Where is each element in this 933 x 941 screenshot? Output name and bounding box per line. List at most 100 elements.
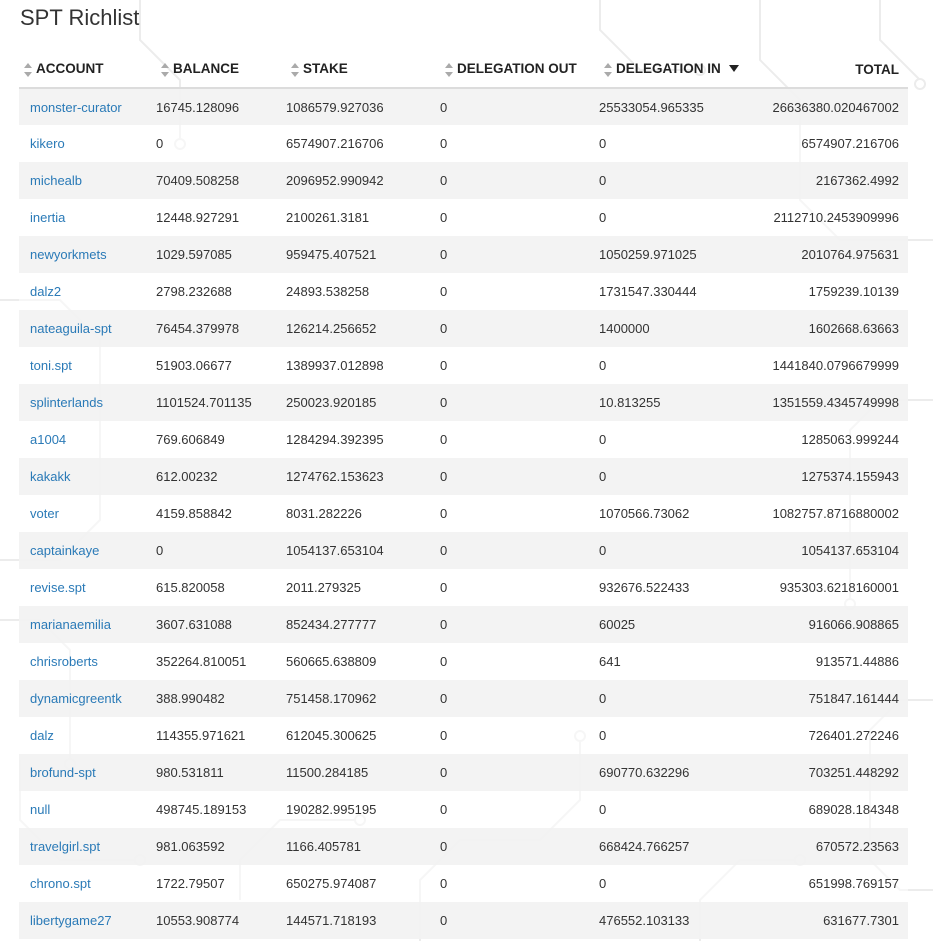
page-title: SPT Richlist bbox=[20, 5, 140, 30]
balance-cell: 1029.597085 bbox=[156, 247, 232, 262]
column-header-delegation-in[interactable]: DELEGATION IN bbox=[599, 51, 759, 89]
balance-cell: 4159.858842 bbox=[156, 506, 232, 521]
account-link[interactable]: chrono.spt bbox=[30, 876, 91, 891]
total-cell: 703251.448292 bbox=[808, 765, 899, 780]
table-row: kikero 0 6574907.216706 0 0 6574907.216706 bbox=[19, 125, 908, 162]
total-cell: 651998.769157 bbox=[808, 876, 899, 891]
table-row: captainkaye 0 1054137.653104 0 0 1054137.6531… bbox=[19, 532, 908, 569]
sort-icon bbox=[445, 62, 453, 77]
table-header-row: ACCOUNT BALANCE STAKE DELEGATION OUT DEL… bbox=[19, 51, 908, 89]
table-row: chrono.spt 1722.79507 650275.974087 0 0 65199… bbox=[19, 865, 908, 902]
balance-cell: 3607.631088 bbox=[156, 617, 232, 632]
column-header-balance[interactable]: BALANCE bbox=[156, 51, 286, 89]
total-cell: 2167362.4992 bbox=[815, 173, 899, 188]
balance-cell: 1722.79507 bbox=[156, 876, 225, 891]
account-link[interactable]: nateaguila-spt bbox=[30, 321, 112, 336]
table-row: inertia 12448.927291 2100261.3181 0 0 2112710… bbox=[19, 199, 908, 236]
account-link[interactable]: revise.spt bbox=[30, 580, 86, 595]
account-cell: inertia bbox=[19, 199, 156, 236]
total-cell: 913571.44886 bbox=[815, 654, 899, 669]
account-cell: libertygame27 bbox=[19, 902, 156, 939]
account-cell: kakakk bbox=[19, 458, 156, 495]
stake-cell: 560665.638809 bbox=[286, 654, 377, 669]
column-header-label: DELEGATION IN bbox=[616, 61, 721, 77]
delegation-out-cell: 0 bbox=[440, 543, 448, 558]
delegation-in-cell: 1731547.330444 bbox=[599, 284, 697, 299]
account-cell: chrisroberts bbox=[19, 643, 156, 680]
balance-cell: 352264.810051 bbox=[156, 654, 247, 669]
total-cell: 1759239.10139 bbox=[808, 284, 899, 299]
account-link[interactable]: splinterlands bbox=[30, 395, 103, 410]
column-header-label: STAKE bbox=[303, 61, 348, 77]
column-header-delegation-out[interactable]: DELEGATION OUT bbox=[440, 51, 599, 89]
balance-cell: 51903.06677 bbox=[156, 358, 232, 373]
account-link[interactable]: travelgirl.spt bbox=[30, 839, 100, 854]
stake-cell: 1054137.653104 bbox=[286, 543, 384, 558]
delegation-out-cell: 0 bbox=[440, 802, 448, 817]
total-cell: 2010764.975631 bbox=[801, 247, 899, 262]
account-link[interactable]: brofund-spt bbox=[30, 765, 96, 780]
delegation-out-cell: 0 bbox=[440, 580, 448, 595]
account-link[interactable]: toni.spt bbox=[30, 358, 72, 373]
delegation-in-cell: 932676.522433 bbox=[599, 580, 690, 595]
delegation-out-cell: 0 bbox=[440, 210, 448, 225]
balance-cell: 498745.189153 bbox=[156, 802, 247, 817]
account-link[interactable]: dalz2 bbox=[30, 284, 61, 299]
account-link[interactable]: voter bbox=[30, 506, 59, 521]
stake-cell: 2011.279325 bbox=[286, 580, 361, 595]
column-header-total[interactable]: TOTAL bbox=[759, 51, 908, 89]
account-link[interactable]: null bbox=[30, 802, 50, 817]
account-cell: monster-curator bbox=[19, 88, 156, 125]
total-cell: 1275374.155943 bbox=[801, 469, 899, 484]
sort-icon bbox=[24, 62, 32, 77]
balance-cell: 769.606849 bbox=[156, 432, 225, 447]
account-cell: chrono.spt bbox=[19, 865, 156, 902]
account-link[interactable]: newyorkmets bbox=[30, 247, 107, 262]
delegation-out-cell: 0 bbox=[440, 321, 448, 336]
account-link[interactable]: michealb bbox=[30, 173, 82, 188]
delegation-out-cell: 0 bbox=[440, 284, 448, 299]
account-link[interactable]: kikero bbox=[30, 136, 65, 151]
table-row: nateaguila-spt 76454.379978 126214.256652 0… bbox=[19, 310, 908, 347]
account-cell: splinterlands bbox=[19, 384, 156, 421]
table-row: newyorkmets 1029.597085 959475.407521 0 1050… bbox=[19, 236, 908, 273]
stake-cell: 2100261.3181 bbox=[286, 210, 370, 225]
total-cell: 1351559.4345749998 bbox=[772, 395, 899, 410]
stake-cell: 1086579.927036 bbox=[286, 99, 384, 115]
delegation-in-cell: 0 bbox=[599, 876, 607, 891]
balance-cell: 615.820058 bbox=[156, 580, 225, 595]
account-link[interactable]: inertia bbox=[30, 210, 65, 225]
account-link[interactable]: dynamicgreentk bbox=[30, 691, 122, 706]
stake-cell: 6574907.216706 bbox=[286, 136, 384, 151]
stake-cell: 190282.995195 bbox=[286, 802, 377, 817]
account-link[interactable]: libertygame27 bbox=[30, 913, 112, 928]
delegation-out-cell: 0 bbox=[440, 136, 448, 151]
delegation-in-cell: 25533054.965335 bbox=[599, 99, 704, 115]
stake-cell: 959475.407521 bbox=[286, 247, 377, 262]
total-cell: 6574907.216706 bbox=[801, 136, 899, 151]
account-link[interactable]: chrisroberts bbox=[30, 654, 98, 669]
account-link[interactable]: monster-curator bbox=[30, 100, 122, 115]
delegation-in-cell: 0 bbox=[599, 358, 607, 373]
table-row: dalz2 2798.232688 24893.538258 0 1731547.330… bbox=[19, 273, 908, 310]
account-link[interactable]: a1004 bbox=[30, 432, 66, 447]
total-cell: 916066.908865 bbox=[808, 617, 899, 632]
richlist-rows: monster-curator 16745.128096 1086579.92703… bbox=[19, 88, 908, 939]
account-cell: a1004 bbox=[19, 421, 156, 458]
balance-cell: 0 bbox=[156, 136, 164, 151]
column-header-account[interactable]: ACCOUNT bbox=[19, 51, 156, 89]
delegation-in-cell: 60025 bbox=[599, 617, 636, 632]
delegation-out-cell: 0 bbox=[440, 99, 448, 115]
account-link[interactable]: kakakk bbox=[30, 469, 70, 484]
table-row: chrisroberts 352264.810051 560665.638809 0 6… bbox=[19, 643, 908, 680]
account-link[interactable]: dalz bbox=[30, 728, 54, 743]
stake-cell: 852434.277777 bbox=[286, 617, 377, 632]
total-cell: 631677.7301 bbox=[823, 913, 899, 928]
table-row: voter 4159.858842 8031.282226 0 1070566.7306… bbox=[19, 495, 908, 532]
balance-cell: 12448.927291 bbox=[156, 210, 240, 225]
account-link[interactable]: captainkaye bbox=[30, 543, 99, 558]
account-link[interactable]: marianaemilia bbox=[30, 617, 111, 632]
column-header-stake[interactable]: STAKE bbox=[286, 51, 440, 89]
delegation-out-cell: 0 bbox=[440, 876, 448, 891]
balance-cell: 70409.508258 bbox=[156, 173, 240, 188]
